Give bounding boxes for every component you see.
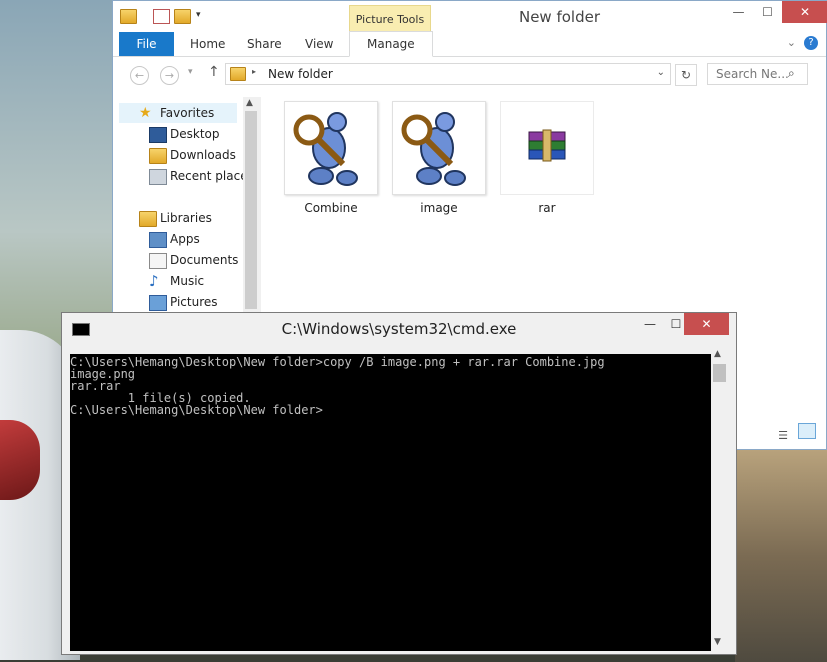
scroll-up-icon[interactable]: ▲ xyxy=(246,98,253,108)
scroll-thumb[interactable] xyxy=(245,111,257,309)
downloads-icon xyxy=(149,148,167,164)
tab-share[interactable]: Share xyxy=(247,32,282,56)
documents-icon xyxy=(149,253,167,269)
address-row: ← → ▾ ↑ ▸ New folder ⌄ ↻ Search Ne... ⌕ xyxy=(113,57,826,93)
search-icon: ⌕ xyxy=(788,66,795,80)
nav-scrollbar[interactable]: ▲ xyxy=(243,97,261,312)
close-button[interactable]: ✕ xyxy=(782,1,827,23)
cmd-titlebar: C:\Windows\system32\cmd.exe — ☐ ✕ xyxy=(62,313,736,344)
file-thumbnail xyxy=(500,101,594,195)
file-item-image[interactable]: image xyxy=(391,101,487,215)
background-road xyxy=(735,450,827,662)
search-placeholder: Search Ne... xyxy=(716,67,789,81)
nav-favorites[interactable]: ★ Favorites xyxy=(119,103,237,123)
address-dropdown-icon[interactable]: ⌄ xyxy=(657,67,665,78)
chevron-right-icon[interactable]: ▸ xyxy=(252,67,256,76)
forward-button[interactable]: → xyxy=(160,66,179,85)
console-line: image.png xyxy=(70,367,136,381)
recent-places-icon xyxy=(149,169,167,185)
scroll-up-icon[interactable]: ▲ xyxy=(714,349,721,359)
file-name: rar xyxy=(538,201,556,215)
refresh-button[interactable]: ↻ xyxy=(675,64,697,86)
console-output[interactable]: C:\Users\Hemang\Desktop\New folder>copy … xyxy=(70,354,711,651)
console-line: C:\Users\Hemang\Desktop\New folder>copy … xyxy=(70,355,605,369)
search-box[interactable]: Search Ne... ⌕ xyxy=(707,63,808,85)
magnifier-person-icon xyxy=(293,112,358,186)
scroll-thumb[interactable] xyxy=(713,364,726,382)
help-icon[interactable]: ? xyxy=(804,36,818,50)
back-button[interactable]: ← xyxy=(130,66,149,85)
cmd-window: C:\Windows\system32\cmd.exe — ☐ ✕ C:\Use… xyxy=(61,312,737,655)
address-text: New folder xyxy=(268,67,333,81)
console-line: C:\Users\Hemang\Desktop\New folder> xyxy=(70,403,323,417)
cmd-minimize-button[interactable]: — xyxy=(637,313,663,335)
file-name: Combine xyxy=(304,201,358,215)
background-car-taillight xyxy=(0,420,40,500)
star-icon: ★ xyxy=(139,105,152,121)
ribbon-tabs: File Home Share View Manage ⌄ ? xyxy=(113,31,826,57)
scroll-down-icon[interactable]: ▼ xyxy=(714,637,721,647)
cmd-title: C:\Windows\system32\cmd.exe xyxy=(281,320,517,338)
explorer-titlebar: ▾ Picture Tools New folder — ☐ ✕ xyxy=(113,1,827,33)
tab-home[interactable]: Home xyxy=(190,32,225,56)
maximize-button[interactable]: ☐ xyxy=(753,1,782,23)
details-view-icon[interactable]: ☰ xyxy=(778,429,794,443)
libraries-icon xyxy=(139,211,157,227)
file-thumbnail xyxy=(392,101,486,195)
tab-file[interactable]: File xyxy=(119,32,174,56)
folder-icon xyxy=(230,67,246,81)
tab-manage[interactable]: Manage xyxy=(349,31,433,57)
desktop-icon xyxy=(149,127,167,143)
navigation-pane: ★ Favorites Desktop Downloads Recent pla… xyxy=(119,97,259,313)
pictures-icon xyxy=(149,295,167,311)
up-button[interactable]: ↑ xyxy=(208,64,220,80)
music-icon: ♪ xyxy=(149,272,159,290)
console-scrollbar[interactable]: ▲ ▼ xyxy=(711,346,728,650)
address-bar[interactable]: ▸ New folder ⌄ xyxy=(225,63,671,85)
file-name: image xyxy=(420,201,458,215)
view-toggle: ☰ xyxy=(778,423,816,443)
cmd-close-button[interactable]: ✕ xyxy=(684,313,729,335)
winrar-archive-icon xyxy=(528,129,566,162)
file-item-combine[interactable]: Combine xyxy=(283,101,379,215)
magnifier-person-icon xyxy=(401,112,466,186)
file-thumbnail xyxy=(284,101,378,195)
ribbon-expand-icon[interactable]: ⌄ xyxy=(787,36,796,49)
window-title: New folder xyxy=(518,8,601,26)
tab-view[interactable]: View xyxy=(305,32,333,56)
apps-icon xyxy=(149,232,167,248)
recent-locations-icon[interactable]: ▾ xyxy=(188,67,193,77)
large-icons-view-icon[interactable] xyxy=(798,423,816,439)
minimize-button[interactable]: — xyxy=(724,1,753,23)
file-item-rar[interactable]: rar xyxy=(499,101,595,215)
